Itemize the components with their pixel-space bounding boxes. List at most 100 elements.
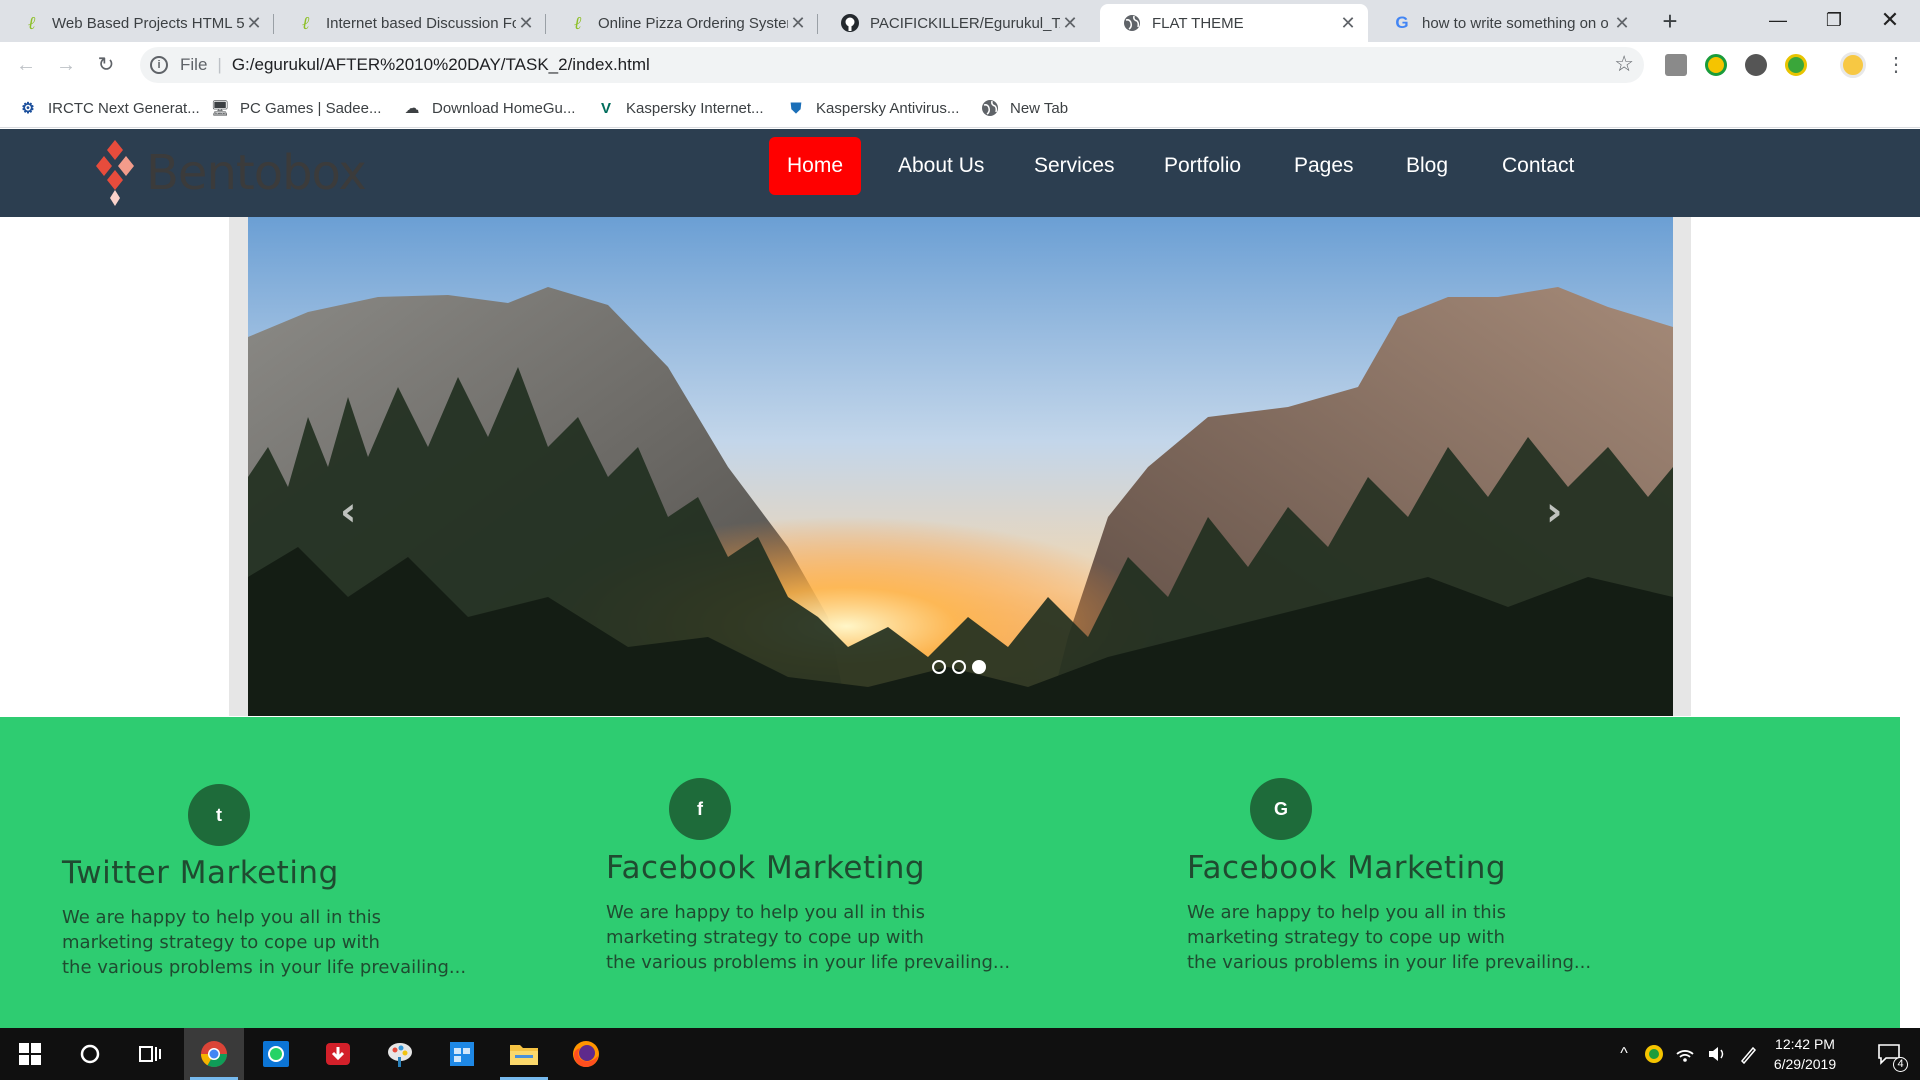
bookmark-label: New Tab (1010, 99, 1069, 117)
hero-slide-image (248, 217, 1673, 716)
forward-button[interactable]: → (52, 52, 80, 80)
browser-tab[interactable]: ℓ Web Based Projects HTML 5 ( ✕ (0, 4, 274, 42)
info-icon[interactable]: i (150, 56, 168, 74)
facebook-icon[interactable]: f (669, 778, 731, 840)
chrome-taskbar-icon[interactable] (184, 1028, 244, 1080)
nav-home[interactable]: Home (769, 137, 862, 195)
nav-pages[interactable]: Pages (1276, 137, 1372, 195)
bookmark-label: PC Games | Sadee... (240, 99, 382, 117)
close-icon[interactable]: ✕ (516, 13, 536, 34)
feature-description: We are happy to help you all in this mar… (62, 907, 467, 978)
bookmark-label: Kaspersky Antivirus... (816, 99, 960, 117)
slide-indicator[interactable] (932, 660, 946, 674)
volume-icon[interactable] (1702, 1028, 1732, 1080)
leaf-icon: ℓ (302, 12, 310, 34)
bookmark-label: Kaspersky Internet... (626, 99, 764, 117)
monitor-icon: 🖥 (210, 100, 230, 117)
tab-title: Online Pizza Ordering Systen (598, 14, 788, 32)
browser-tab[interactable]: G how to write something on o ✕ (1370, 4, 1642, 42)
bookmark-item[interactable]: ⛊ Kaspersky Antivirus... (786, 96, 959, 120)
file-explorer-taskbar-icon[interactable] (494, 1028, 554, 1080)
bookmark-star-icon[interactable]: ☆ (1614, 51, 1634, 77)
download-manager-taskbar-icon[interactable] (308, 1028, 368, 1080)
browser-tab[interactable]: ℓ Online Pizza Ordering Systen ✕ (546, 4, 818, 42)
browser-tab-active[interactable]: FLAT THEME ✕ (1100, 4, 1368, 42)
nav-about-us[interactable]: About Us (880, 137, 1002, 195)
url-text: G:/egurukul/AFTER%2010%20DAY/TASK_2/inde… (231, 55, 650, 74)
close-icon[interactable]: ✕ (1060, 13, 1080, 34)
close-icon[interactable]: ✕ (244, 13, 264, 34)
extension-icon[interactable] (1705, 54, 1727, 76)
paint-taskbar-icon[interactable] (370, 1028, 430, 1080)
reload-button[interactable]: ↻ (92, 52, 120, 80)
chevron-right-icon[interactable]: › (1546, 489, 1562, 535)
nav-services[interactable]: Services (1016, 137, 1133, 195)
system-clock[interactable]: 12:42 PM 6/29/2019 (1755, 1034, 1855, 1074)
minimize-button[interactable]: — (1750, 0, 1806, 42)
chevron-left-icon[interactable]: ‹ (340, 489, 356, 535)
tab-title: how to write something on o (1422, 14, 1609, 32)
web-page: Bentobox Home About Us Services Portfoli… (0, 129, 1920, 1028)
bookmark-item[interactable]: New Tab (980, 96, 1068, 120)
action-center-icon[interactable]: 4 (1866, 1028, 1912, 1080)
nav-portfolio[interactable]: Portfolio (1146, 137, 1259, 195)
features-section: t Twitter Marketing We are happy to help… (0, 717, 1900, 1028)
more-menu-icon[interactable]: ⋮ (1882, 52, 1910, 80)
extension-icon[interactable] (1745, 54, 1767, 76)
google-icon: G (1395, 13, 1409, 32)
close-window-button[interactable]: ✕ (1862, 0, 1918, 42)
slider-indicators (932, 660, 986, 674)
close-icon[interactable]: ✕ (1612, 13, 1632, 34)
bentobox-diamond-icon (96, 140, 134, 206)
show-hidden-icons-chevron-icon[interactable]: ^ (1610, 1028, 1638, 1080)
tray-app-icon[interactable] (1640, 1028, 1668, 1080)
feature-title: Twitter Marketing (62, 855, 339, 891)
restore-button[interactable]: ❐ (1806, 0, 1862, 42)
notification-count-badge: 4 (1893, 1057, 1908, 1072)
leaf-icon: ℓ (28, 12, 36, 34)
close-icon[interactable]: ✕ (788, 13, 808, 34)
bookmark-label: Download HomeGu... (432, 99, 576, 117)
site-logo[interactable]: Bentobox (92, 133, 367, 213)
bookmark-label: IRCTC Next Generat... (48, 99, 200, 117)
site-header: Bentobox Home About Us Services Portfoli… (0, 129, 1920, 217)
bookmark-item[interactable]: 🖥 PC Games | Sadee... (210, 96, 381, 120)
slide-indicator[interactable] (952, 660, 966, 674)
bookmark-item[interactable]: V Kaspersky Internet... (596, 96, 764, 120)
pdf-extension-icon[interactable] (1665, 54, 1687, 76)
extension-icon[interactable] (1785, 54, 1807, 76)
windows-start-icon[interactable] (0, 1028, 60, 1080)
clock-time: 12:42 PM (1775, 1036, 1835, 1052)
close-icon[interactable]: ✕ (1338, 13, 1358, 34)
browser-toolbar: ← → ↻ i File | G:/egurukul/AFTER%2010%20… (0, 42, 1920, 88)
windows-taskbar: ^ 12:42 PM 6/29/2019 4 (0, 1028, 1920, 1080)
bookmarks-bar: ⚙ IRCTC Next Generat... 🖥 PC Games | Sad… (0, 88, 1920, 128)
browser-tab[interactable]: ℓ Internet based Discussion Fo ✕ (274, 4, 546, 42)
bookmark-item[interactable]: ⚙ IRCTC Next Generat... (18, 96, 200, 120)
browser-tab[interactable]: PACIFICKILLER/Egurukul_TAS ✕ (818, 4, 1090, 42)
slide-indicator-active[interactable] (972, 660, 986, 674)
nav-blog[interactable]: Blog (1388, 137, 1466, 195)
profile-avatar[interactable] (1840, 52, 1866, 78)
nav-contact[interactable]: Contact (1484, 137, 1592, 195)
bookmark-item[interactable]: ☁ Download HomeGu... (402, 96, 576, 120)
globe-icon (980, 98, 1000, 118)
divider: | (217, 55, 222, 74)
feature-description: We are happy to help you all in this mar… (1187, 902, 1592, 973)
github-icon (840, 13, 860, 33)
globe-icon (1122, 13, 1142, 33)
calendar-app-taskbar-icon[interactable] (432, 1028, 492, 1080)
cortana-search-icon[interactable] (60, 1028, 120, 1080)
logo-text: Bentobox (146, 145, 367, 201)
firefox-taskbar-icon[interactable] (556, 1028, 616, 1080)
wifi-icon[interactable] (1670, 1028, 1700, 1080)
back-button[interactable]: ← (12, 52, 40, 80)
new-tab-button[interactable]: + (1656, 8, 1684, 36)
google-icon[interactable]: G (1250, 778, 1312, 840)
twitter-icon[interactable]: t (188, 784, 250, 846)
address-bar[interactable]: i File | G:/egurukul/AFTER%2010%20DAY/TA… (140, 47, 1644, 83)
feature-title: Facebook Marketing (1187, 850, 1507, 886)
leaf-icon: ℓ (574, 12, 582, 34)
task-view-icon[interactable] (120, 1028, 180, 1080)
whatsapp-taskbar-icon[interactable] (246, 1028, 306, 1080)
